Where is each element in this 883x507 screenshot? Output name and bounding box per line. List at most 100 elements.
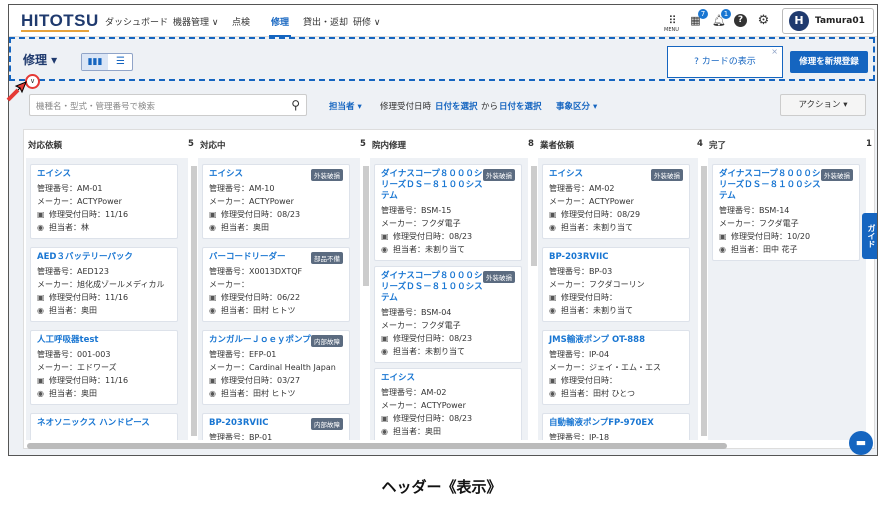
menu-label: MENU bbox=[664, 27, 679, 33]
app-window: HITOTSU ダッシュボード 機器管理 ∨ 点検 修理 貸出・返却 研修 ∨ … bbox=[8, 4, 878, 456]
column-scrollbar[interactable] bbox=[701, 166, 707, 436]
chat-icon[interactable]: ▬ bbox=[849, 431, 873, 455]
calendar-icon: ▣ bbox=[381, 414, 389, 423]
user-menu[interactable]: H Tamura01 bbox=[782, 8, 874, 34]
person-icon: ◉ bbox=[719, 245, 726, 254]
nav-lending[interactable]: 貸出・返却 bbox=[303, 15, 348, 28]
guide-tab[interactable]: ガイド bbox=[862, 213, 877, 259]
card-field: メーカー：フクダ電子 bbox=[381, 321, 461, 330]
repair-card[interactable]: ネオソニックス ハンドピース bbox=[30, 413, 178, 440]
repair-card[interactable]: 人工呼吸器test 管理番号：001-003 メーカー：エドワーズ ▣ 修理受付日… bbox=[30, 330, 178, 405]
status-badge: 外装破損 bbox=[821, 169, 853, 181]
card-title[interactable]: AED３バッテリーパック bbox=[37, 252, 177, 263]
card-title[interactable]: BP-203RVIIC bbox=[209, 418, 313, 429]
card-title[interactable]: ダイナスコープ８０００シリーズＤＳ－８１００システム bbox=[381, 169, 485, 202]
card-title[interactable]: ダイナスコープ８０００シリーズＤＳ－８１００システム bbox=[719, 169, 823, 202]
repair-card[interactable]: 外装破損 ダイナスコープ８０００シリーズＤＳ－８１００システム 管理番号：BSM… bbox=[374, 164, 522, 261]
calendar-icon: ▣ bbox=[549, 293, 557, 302]
search-input[interactable]: 機種名・型式・管理番号で検索 ⚲ bbox=[29, 94, 307, 116]
card-title[interactable]: バーコードリーダー bbox=[209, 252, 313, 263]
calendar-icon: ▣ bbox=[209, 376, 217, 385]
gear-icon[interactable]: ⚙ bbox=[757, 14, 770, 27]
column-scrollbar[interactable] bbox=[363, 166, 369, 286]
column-in-progress: 外装破損 エイシス 管理番号：AM-10 メーカー：ACTYPower ▣ 修理受… bbox=[198, 158, 360, 440]
column-scrollbar[interactable] bbox=[531, 166, 537, 266]
card-field: 修理受付日時：08/23 bbox=[221, 210, 301, 219]
action-button[interactable]: アクション ▾ bbox=[780, 94, 866, 116]
repair-card[interactable]: 外装破損 ダイナスコープ８０００シリーズＤＳ－８１００システム 管理番号：BSM… bbox=[374, 266, 522, 363]
board-hscrollbar[interactable] bbox=[27, 443, 727, 449]
assignee-filter[interactable]: 担当者 ▾ bbox=[329, 100, 362, 112]
card-title[interactable]: エイシス bbox=[209, 169, 313, 180]
column-scrollbar[interactable] bbox=[191, 166, 197, 436]
repair-card[interactable]: 部品不備 バーコードリーダー 管理番号：X0013DXTQF メーカー： ▣ 修理… bbox=[202, 247, 350, 322]
card-field: メーカー：フクダ電子 bbox=[719, 219, 799, 228]
repair-card[interactable]: 内部故障 BP-203RVIIC 管理番号：BP-01 bbox=[202, 413, 350, 440]
card-field: メーカー：Cardinal Health Japan bbox=[209, 363, 336, 372]
menu-grid-icon[interactable]: ⠿ bbox=[666, 14, 679, 27]
card-title[interactable]: BP-203RVIIC bbox=[549, 252, 653, 263]
card-field: 管理番号：BP-03 bbox=[549, 267, 613, 276]
card-title[interactable]: 自動輸液ポンプFP-970EX bbox=[549, 418, 689, 429]
card-title[interactable]: 人工呼吸器test bbox=[37, 335, 141, 346]
card-display-button[interactable]: ? カードの表示 × bbox=[667, 46, 783, 78]
card-title[interactable]: JMS輸液ポンプ OT-888 bbox=[549, 335, 689, 346]
card-title[interactable]: ネオソニックス ハンドピース bbox=[37, 418, 167, 429]
bell-icon[interactable]: 🔔︎ 1 bbox=[712, 9, 731, 27]
card-field: 修理受付日時：08/23 bbox=[393, 414, 473, 423]
repair-card[interactable]: 外装破損 エイシス 管理番号：AM-10 メーカー：ACTYPower ▣ 修理受… bbox=[202, 164, 350, 239]
page-title[interactable]: 修理 ▾ bbox=[23, 51, 57, 68]
help-icon[interactable]: ? bbox=[734, 14, 747, 27]
repair-card[interactable]: 内部故障 カンガルーＪｏｅｙポンプ 管理番号：EFP-01 メーカー：Cardi… bbox=[202, 330, 350, 405]
list-view-button[interactable]: ☰ bbox=[108, 54, 133, 70]
card-title[interactable]: エイシス bbox=[381, 373, 485, 384]
person-icon: ◉ bbox=[549, 223, 556, 232]
calendar-icon: ▣ bbox=[381, 232, 389, 241]
repair-card[interactable]: JMS輸液ポンプ OT-888 管理番号：IP-04 メーカー：ジェイ・エム・エ… bbox=[542, 330, 690, 405]
card-title[interactable]: カンガルーＪｏｅｙポンプ bbox=[209, 335, 313, 346]
date-to[interactable]: 日付を選択 bbox=[499, 100, 542, 112]
repair-card[interactable]: エイシス 管理番号：AM-02 メーカー：ACTYPower ▣ 修理受付日時：0… bbox=[374, 368, 522, 440]
status-badge: 外装破損 bbox=[483, 271, 515, 283]
repair-card[interactable]: 外装破損 ダイナスコープ８０００シリーズＤＳ－８１００システム 管理番号：BSM… bbox=[712, 164, 860, 261]
date-label: 修理受付日時 bbox=[380, 102, 432, 112]
nav-training[interactable]: 研修 ∨ bbox=[353, 15, 380, 28]
person-icon: ◉ bbox=[549, 306, 556, 315]
calendar-icon: ▣ bbox=[719, 232, 727, 241]
nav-dashboard[interactable]: ダッシュボード bbox=[105, 15, 168, 28]
figure-caption: ヘッダー《表示》 bbox=[381, 478, 502, 496]
search-placeholder: 機種名・型式・管理番号で検索 bbox=[36, 102, 156, 112]
card-field: 管理番号：AM-10 bbox=[209, 184, 275, 193]
card-title[interactable]: エイシス bbox=[37, 169, 141, 180]
repair-card[interactable]: エイシス 管理番号：AM-01 メーカー：ACTYPower ▣ 修理受付日時：1… bbox=[30, 164, 178, 239]
card-view-button[interactable]: ▮▮▮ bbox=[82, 54, 108, 70]
search-icon[interactable]: ⚲ bbox=[291, 98, 300, 112]
nav-equipment[interactable]: 機器管理 ∨ bbox=[173, 15, 218, 28]
card-field: 担当者：田村 ヒトツ bbox=[221, 389, 296, 398]
date-from[interactable]: 日付を選択 bbox=[435, 100, 478, 112]
card-field: 担当者：奥田 bbox=[393, 427, 441, 436]
notice-icon[interactable]: ▦ 7 bbox=[689, 9, 708, 27]
card-field: 修理受付日時：10/20 bbox=[731, 232, 811, 241]
card-title[interactable]: エイシス bbox=[549, 169, 653, 180]
new-repair-button[interactable]: 修理を新規登録 bbox=[790, 51, 868, 73]
card-field: メーカー：ACTYPower bbox=[381, 401, 466, 410]
card-field: 担当者：奥田 bbox=[221, 223, 269, 232]
repair-card[interactable]: AED３バッテリーパック 管理番号：AED123 メーカー：旭化成ゾールメディカ… bbox=[30, 247, 178, 322]
card-field: 管理番号：AM-01 bbox=[37, 184, 103, 193]
card-field: 修理受付日時：11/16 bbox=[49, 376, 129, 385]
calendar-icon: ▣ bbox=[37, 210, 45, 219]
repair-card[interactable]: BP-203RVIIC 管理番号：BP-03 メーカー：フクダコーリン ▣ 修理受… bbox=[542, 247, 690, 322]
card-field: 管理番号：001-003 bbox=[37, 350, 111, 359]
repair-card[interactable]: 自動輸液ポンプFP-970EX 管理番号：IP-18 bbox=[542, 413, 690, 440]
nav-repair[interactable]: 修理 bbox=[268, 15, 292, 37]
card-field: 担当者：未割り当て bbox=[393, 347, 465, 356]
close-icon[interactable]: × bbox=[771, 37, 778, 67]
logo-underline bbox=[21, 30, 89, 32]
card-title[interactable]: ダイナスコープ８０００シリーズＤＳ－８１００システム bbox=[381, 271, 485, 304]
column-title: 対応中 bbox=[200, 141, 226, 151]
category-filter[interactable]: 事象区分 ▾ bbox=[556, 100, 597, 112]
repair-card[interactable]: 外装破損 エイシス 管理番号：AM-02 メーカー：ACTYPower ▣ 修理受… bbox=[542, 164, 690, 239]
status-badge: 外装破損 bbox=[311, 169, 343, 181]
nav-inspection[interactable]: 点検 bbox=[232, 15, 250, 28]
